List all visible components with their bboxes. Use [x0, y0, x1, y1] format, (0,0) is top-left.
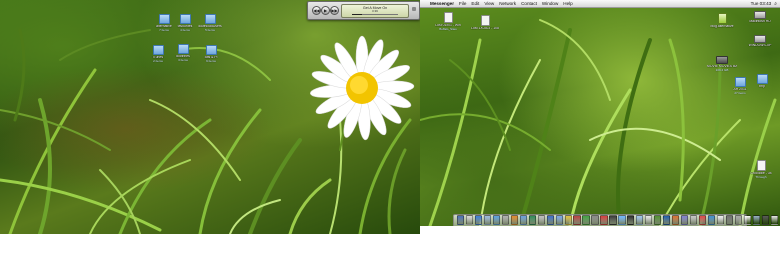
icon-label: Macintosh HD: [749, 20, 771, 23]
grass-wallpaper: [420, 19, 777, 226]
play-button[interactable]: ▶: [321, 6, 330, 15]
hard-drive-icon: [754, 11, 766, 19]
document-icon: [756, 160, 766, 171]
menu-help[interactable]: Help: [563, 1, 572, 6]
desktop-icon-doctrines[interactable]: doctrines 3 items: [168, 44, 198, 62]
icon-sublabel: 27 items: [734, 91, 746, 95]
document-icon: [480, 15, 490, 26]
dock-app-icon[interactable]: [761, 215, 770, 225]
dock-app-icon[interactable]: [582, 215, 590, 225]
menu-clock[interactable]: Tue 03:43: [751, 1, 772, 6]
dock-app-icon[interactable]: [492, 215, 500, 225]
dock-app-icon[interactable]: [734, 215, 743, 225]
menu-edit[interactable]: Edit: [471, 1, 479, 6]
dock-app-icon[interactable]: [743, 215, 752, 225]
dock-app-icon[interactable]: [609, 215, 617, 225]
folder-icon: [756, 74, 768, 84]
dock-app-icon[interactable]: [537, 215, 545, 225]
menu-window[interactable]: Window: [542, 1, 558, 6]
right-desktop[interactable]: Messenger File Edit View Network Contact…: [420, 0, 780, 226]
icon-sublabel: 3 items: [178, 58, 188, 62]
dock-app-icon[interactable]: [627, 215, 635, 225]
menu-contact[interactable]: Contact: [521, 1, 537, 6]
dock-app-icon[interactable]: [636, 215, 644, 225]
spotlight-icon[interactable]: ⌕: [774, 1, 777, 7]
dock-app-icon[interactable]: [519, 215, 527, 225]
dock-app-icon[interactable]: [618, 215, 626, 225]
folder-icon: [734, 77, 746, 87]
dock-app-icon[interactable]: [716, 215, 725, 225]
external-drive-icon: [716, 56, 728, 64]
desktop-icon-windows-xp[interactable]: WINDOWS-XP: [745, 33, 775, 48]
next-track-button[interactable]: ▶▶: [330, 6, 339, 15]
dock-app-icon[interactable]: [770, 215, 778, 225]
folder-icon: [177, 44, 189, 54]
previous-track-button[interactable]: ◀◀: [312, 6, 321, 15]
dock-app-icon[interactable]: [699, 215, 707, 225]
document-icon: [443, 12, 453, 23]
icon-sublabel: 109.4 GB: [715, 68, 729, 72]
folder-icon: [152, 45, 164, 55]
folder-icon: [205, 45, 217, 55]
hard-drive-icon: [754, 35, 766, 43]
menu-network[interactable]: Network: [499, 1, 516, 6]
folder-icon: [158, 14, 170, 24]
dock-app-icon[interactable]: [600, 215, 608, 225]
now-playing-display: Get A Move On 0:36: [341, 4, 409, 18]
dock-app-icon[interactable]: [708, 215, 716, 225]
desktop-icon-lost-2[interactable]: Lost 1X0303 - 108: [470, 15, 500, 31]
dock-app-icon[interactable]: [474, 215, 483, 225]
icon-sublabel: 5 items: [205, 28, 215, 32]
dock-app-icon[interactable]: [681, 215, 689, 225]
document-green-icon: [717, 13, 727, 24]
resize-icon[interactable]: [412, 7, 416, 11]
menu-view[interactable]: View: [484, 1, 494, 6]
icon-label: blog.alternative: [710, 25, 734, 28]
dock-app-icon[interactable]: [564, 215, 572, 225]
icon-sublabel: Buffalo_Sites: [439, 27, 457, 31]
desktop-icon-macintosh-hd[interactable]: Macintosh HD: [745, 9, 775, 24]
left-desktop[interactable]: ◀◀ ▶ ▶▶ Get A Move On 0:36 alternative 7…: [0, 0, 420, 234]
track-progress-fill: [352, 13, 363, 15]
dock-app-icon[interactable]: [690, 215, 698, 225]
dock-app-icon[interactable]: [591, 215, 599, 225]
dock-app-icon[interactable]: [752, 215, 761, 225]
folder-icon: [179, 14, 191, 24]
desktop-icon-bits[interactable]: Bits & Pi 9 items: [196, 45, 226, 63]
icon-label: tmp: [759, 85, 765, 88]
icon-label: Lost 1X0303 - 108: [471, 27, 499, 30]
dock-app-icon[interactable]: [465, 215, 474, 225]
dock-app-icon[interactable]: [645, 215, 653, 225]
icon-sublabel: 9 items: [206, 59, 216, 63]
menu-app-name[interactable]: Messenger: [430, 1, 454, 6]
dock-app-icon[interactable]: [654, 215, 662, 225]
desktop-icon-downloads[interactable]: downloadUsers 5 items: [195, 14, 225, 32]
menu-bar: Messenger File Edit View Network Contact…: [420, 0, 780, 8]
dock-app-icon[interactable]: [546, 215, 554, 225]
menu-file[interactable]: File: [459, 1, 466, 6]
desktop-icon-movie-backup[interactable]: MOVIE MOVIES BACK 109.4 GB: [707, 54, 737, 72]
dock-app-icon[interactable]: [528, 215, 536, 225]
itunes-mini-player[interactable]: ◀◀ ▶ ▶▶ Get A Move On 0:36: [307, 1, 420, 20]
desktop-icon-blog[interactable]: blog.alternative: [707, 13, 737, 29]
dock-app-icon[interactable]: [663, 215, 671, 225]
dock-app-icon[interactable]: [510, 215, 518, 225]
icon-label: WINDOWS-XP: [748, 44, 772, 47]
dock-app-icon[interactable]: [483, 215, 491, 225]
dock-app-icon[interactable]: [672, 215, 680, 225]
icon-sublabel: Through: [755, 175, 767, 179]
dock-app-icon[interactable]: [555, 215, 563, 225]
desktop-icon-tmp[interactable]: tmp: [747, 74, 777, 89]
desktop-icon-lost-1[interactable]: Lost 01x01 - Win Buffalo_Sites: [433, 12, 463, 31]
folder-icon: [204, 14, 216, 24]
dock-app-icon[interactable]: [501, 215, 509, 225]
dock: [453, 214, 780, 226]
desktop-icon-crocodile[interactable]: Crocodile - 08 Through: [746, 160, 776, 179]
dock-app-icon[interactable]: [456, 215, 465, 225]
track-progress-bar[interactable]: [352, 13, 398, 15]
daisy-flower: [310, 35, 415, 141]
dock-app-icon[interactable]: [725, 215, 734, 225]
dock-app-icon[interactable]: [573, 215, 581, 225]
